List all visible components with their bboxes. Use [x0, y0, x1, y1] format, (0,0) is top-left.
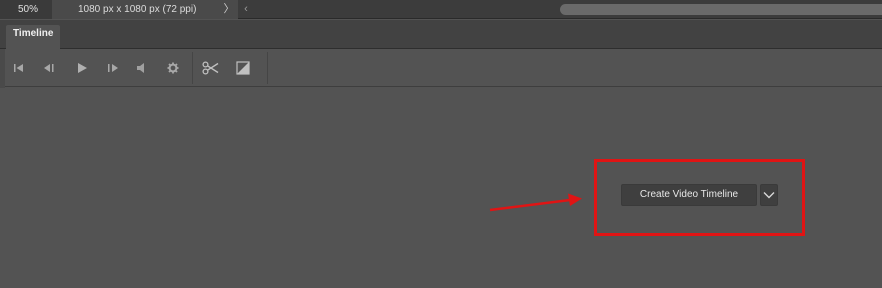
go-to-previous-frame-icon[interactable]	[41, 60, 57, 76]
toolbar-separator	[192, 52, 193, 84]
timeline-toolbar	[0, 49, 882, 87]
scroll-left-arrow[interactable]: ‹	[240, 0, 252, 19]
split-at-playhead-icon[interactable]	[202, 60, 220, 76]
tab-timeline[interactable]: Timeline	[6, 25, 61, 49]
document-info-menu-arrow[interactable]: 〉	[222, 0, 236, 19]
settings-gear-icon[interactable]	[165, 60, 181, 76]
annotation-arrow-icon	[489, 193, 582, 212]
document-status-bar: 50% 1080 px x 1080 px (72 ppi) 〉 ‹	[0, 0, 882, 19]
horizontal-scrollbar-thumb[interactable]	[560, 4, 882, 15]
play-icon[interactable]	[74, 60, 90, 76]
panel-tab-bar: Timeline	[0, 20, 882, 49]
go-to-first-frame-icon[interactable]	[11, 60, 27, 76]
document-info[interactable]: 1080 px x 1080 px (72 ppi)	[52, 0, 238, 19]
zoom-level-field[interactable]: 50%	[0, 0, 52, 19]
go-to-next-frame-icon[interactable]	[105, 60, 121, 76]
toolbar-separator	[267, 52, 268, 84]
transition-icon[interactable]	[235, 60, 251, 76]
audio-icon[interactable]	[133, 60, 149, 76]
annotation-highlight-box	[594, 159, 805, 236]
